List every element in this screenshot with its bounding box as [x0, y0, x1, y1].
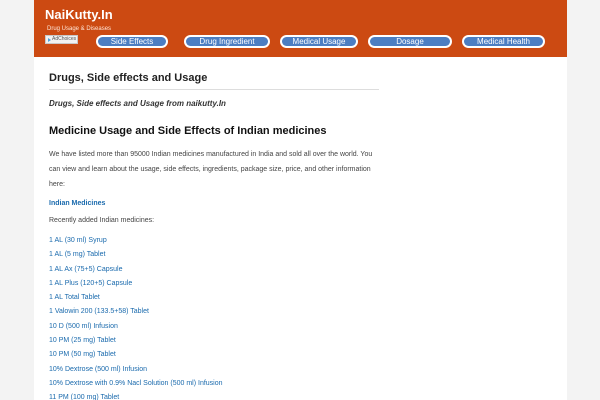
adchoices-label: AdChoices — [52, 36, 77, 42]
medicine-link[interactable]: 1 AL (30 ml) Syrup — [49, 234, 379, 248]
medicine-link[interactable]: 10 D (500 ml) Infusion — [49, 320, 379, 334]
nav-medical-health[interactable]: Medical Health — [462, 35, 545, 48]
nav-label: Medical Health — [464, 37, 543, 46]
nav-dosage[interactable]: Dosage — [368, 35, 452, 48]
nav-drug-ingredient[interactable]: Drug Ingredient — [184, 35, 270, 48]
intro-paragraph: We have listed more than 95000 Indian me… — [49, 151, 373, 188]
site-header: NaiKutty.In Drug Usage & Diseases AdChoi… — [34, 0, 567, 57]
nav-side-effects[interactable]: Side Effects — [96, 35, 168, 48]
nav-label: Side Effects — [98, 37, 166, 46]
medicine-link[interactable]: 1 AL Ax (75+5) Capsule — [49, 263, 379, 277]
page-title: Drugs, Side effects and Usage — [49, 72, 379, 90]
site-tagline: Drug Usage & Diseases — [47, 26, 112, 32]
medicine-link[interactable]: 1 AL (5 mg) Tablet — [49, 248, 379, 262]
medicine-link[interactable]: 10% Dextrose (500 ml) Infusion — [49, 363, 379, 377]
nav-label: Medical Usage — [282, 37, 356, 46]
main-content: Drugs, Side effects and Usage Drugs, Sid… — [49, 72, 379, 400]
medicine-link[interactable]: 10% Dextrose with 0.9% Nacl Solution (50… — [49, 377, 379, 391]
medicine-list: 1 AL (30 ml) Syrup 1 AL (5 mg) Tablet 1 … — [49, 234, 379, 400]
medicine-link[interactable]: 1 Valowin 200 (133.5+58) Tablet — [49, 305, 379, 319]
medicine-link[interactable]: 10 PM (50 mg) Tablet — [49, 348, 379, 362]
adchoices-icon — [48, 37, 51, 42]
page-container: NaiKutty.In Drug Usage & Diseases AdChoi… — [34, 0, 567, 400]
nav-label: Drug Ingredient — [186, 37, 268, 46]
nav-label: Dosage — [370, 37, 450, 46]
nav-medical-usage[interactable]: Medical Usage — [280, 35, 358, 48]
section-heading: Medicine Usage and Side Effects of India… — [49, 125, 327, 137]
medicine-link[interactable]: 11 PM (100 mg) Tablet — [49, 391, 379, 400]
adchoices-badge[interactable]: AdChoices — [45, 35, 78, 44]
page-subtitle: Drugs, Side effects and Usage from naiku… — [49, 99, 226, 108]
medicine-link[interactable]: 1 AL Total Tablet — [49, 291, 379, 305]
recent-medicines-label: Recently added Indian medicines: — [49, 217, 155, 224]
site-logo[interactable]: NaiKutty.In — [45, 7, 113, 22]
indian-medicines-link[interactable]: Indian Medicines — [49, 200, 379, 207]
medicine-link[interactable]: 10 PM (25 mg) Tablet — [49, 334, 379, 348]
medicine-link[interactable]: 1 AL Plus (120+5) Capsule — [49, 277, 379, 291]
